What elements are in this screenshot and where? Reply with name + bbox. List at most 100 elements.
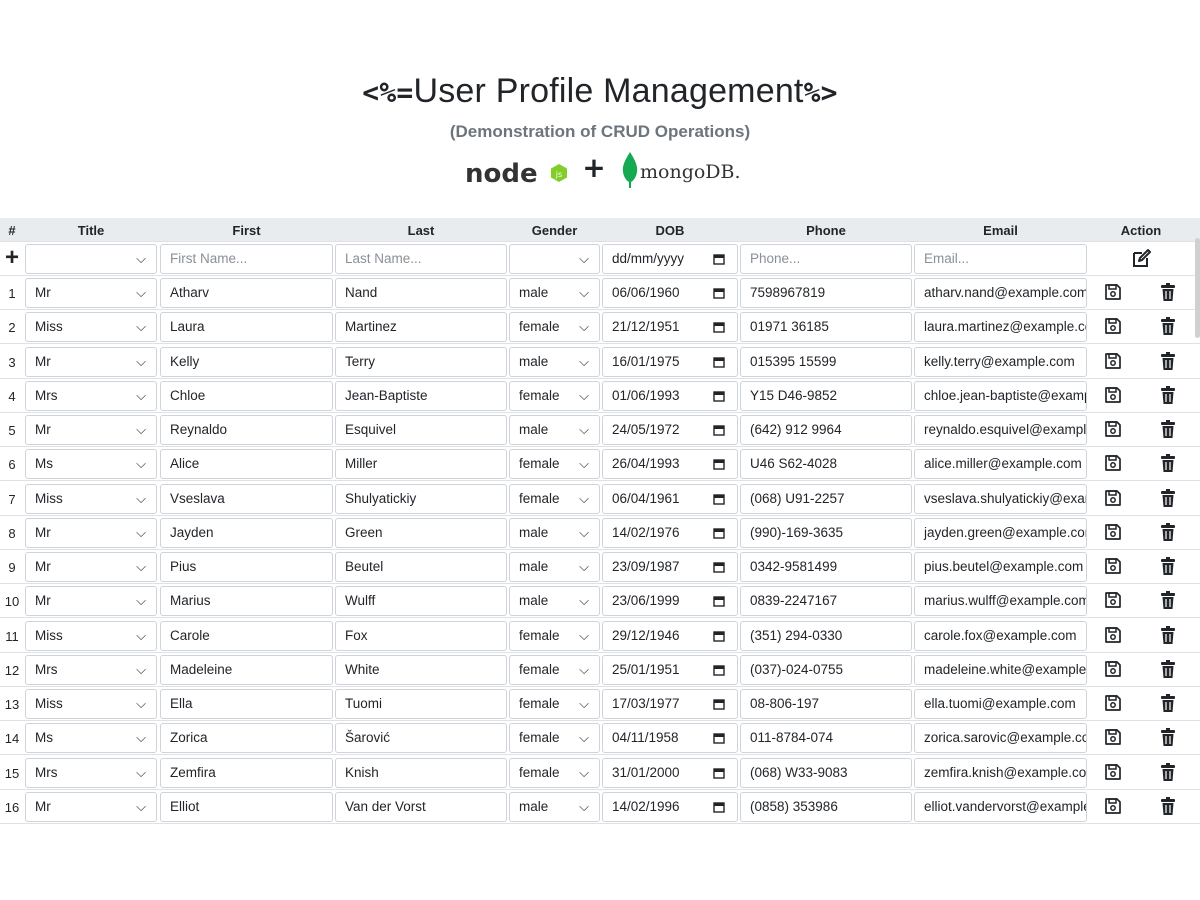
dob-input[interactable]: 14/02/1976 xyxy=(602,517,738,548)
first-name-input[interactable]: Alice xyxy=(160,449,333,480)
trash-icon[interactable] xyxy=(1158,796,1180,818)
last-name-input[interactable]: Green xyxy=(335,517,507,548)
trash-icon[interactable] xyxy=(1158,316,1180,338)
first-name-input[interactable]: Kelly xyxy=(160,346,333,377)
first-name-input[interactable]: Pius xyxy=(160,552,333,582)
dob-input[interactable]: 06/06/1960 xyxy=(602,278,738,308)
dob-input[interactable]: 14/02/1996 xyxy=(602,791,738,822)
last-name-input[interactable]: Knish xyxy=(335,757,507,788)
gender-select[interactable]: female ⌵ xyxy=(509,449,600,480)
last-name-input[interactable]: Miller xyxy=(335,449,507,480)
gender-select[interactable]: male ⌵ xyxy=(509,586,600,617)
trash-icon[interactable] xyxy=(1158,590,1180,612)
phone-input[interactable]: 0342-9581499 xyxy=(740,552,912,582)
title-select[interactable]: Mr ⌵ xyxy=(25,346,157,377)
phone-input[interactable]: 08-806-197 xyxy=(740,689,912,719)
trash-icon[interactable] xyxy=(1158,522,1180,544)
save-icon[interactable] xyxy=(1103,522,1125,544)
first-name-input[interactable]: Chloe xyxy=(160,380,333,411)
first-name-input[interactable]: Madeleine xyxy=(160,654,333,685)
title-select[interactable]: Mr ⌵ xyxy=(25,517,157,548)
title-select[interactable]: Mr ⌵ xyxy=(25,586,157,617)
gender-select[interactable]: male ⌵ xyxy=(509,791,600,822)
trash-icon[interactable] xyxy=(1158,762,1180,784)
phone-input[interactable]: 01971 36185 xyxy=(740,312,912,343)
last-name-input[interactable]: Nand xyxy=(335,278,507,308)
gender-select[interactable]: male ⌵ xyxy=(509,517,600,548)
last-name-input[interactable]: White xyxy=(335,654,507,685)
dob-input[interactable]: 16/01/1975 xyxy=(602,346,738,377)
dob-input[interactable]: 23/09/1987 xyxy=(602,552,738,582)
phone-input[interactable]: (642) 912 9964 xyxy=(740,415,912,445)
save-icon[interactable] xyxy=(1103,488,1125,510)
trash-icon[interactable] xyxy=(1158,488,1180,510)
first-name-input[interactable]: Reynaldo xyxy=(160,415,333,445)
gender-select[interactable]: female ⌵ xyxy=(509,689,600,719)
last-name-input[interactable]: Šarović xyxy=(335,723,507,754)
first-name-input[interactable]: Marius xyxy=(160,586,333,617)
save-icon[interactable] xyxy=(1103,556,1125,578)
email-input[interactable]: madeleine.white@example.com xyxy=(914,654,1087,685)
trash-icon[interactable] xyxy=(1158,282,1180,304)
gender-select[interactable]: male ⌵ xyxy=(509,552,600,582)
email-input[interactable]: zemfira.knish@example.com xyxy=(914,757,1087,788)
email-input[interactable]: alice.miller@example.com xyxy=(914,449,1087,480)
new-first-name-input[interactable]: First Name... xyxy=(160,244,333,274)
phone-input[interactable]: 011-8784-074 xyxy=(740,723,912,754)
dob-input[interactable]: 17/03/1977 xyxy=(602,689,738,719)
last-name-input[interactable]: Fox xyxy=(335,620,507,651)
first-name-input[interactable]: Zemfira xyxy=(160,757,333,788)
new-email-input[interactable]: Email... xyxy=(914,244,1087,274)
last-name-input[interactable]: Van der Vorst xyxy=(335,791,507,822)
phone-input[interactable]: (351) 294-0330 xyxy=(740,620,912,651)
phone-input[interactable]: (990)-169-3635 xyxy=(740,517,912,548)
dob-input[interactable]: 06/04/1961 xyxy=(602,483,738,514)
first-name-input[interactable]: Jayden xyxy=(160,517,333,548)
last-name-input[interactable]: Terry xyxy=(335,346,507,377)
dob-input[interactable]: 04/11/1958 xyxy=(602,723,738,754)
phone-input[interactable]: (068) W33-9083 xyxy=(740,757,912,788)
email-input[interactable]: pius.beutel@example.com xyxy=(914,552,1087,582)
phone-input[interactable]: 7598967819 xyxy=(740,278,912,308)
email-input[interactable]: elliot.vandervorst@example.com xyxy=(914,791,1087,822)
dob-input[interactable]: 23/06/1999 xyxy=(602,586,738,617)
save-icon[interactable] xyxy=(1103,419,1125,441)
dob-input[interactable]: 26/04/1993 xyxy=(602,449,738,480)
title-select[interactable]: Mrs ⌵ xyxy=(25,757,157,788)
dob-input[interactable]: 01/06/1993 xyxy=(602,380,738,411)
last-name-input[interactable]: Shulyatickiy xyxy=(335,483,507,514)
email-input[interactable]: carole.fox@example.com xyxy=(914,620,1087,651)
save-icon[interactable] xyxy=(1103,351,1125,373)
phone-input[interactable]: 0839-2247167 xyxy=(740,586,912,617)
email-input[interactable]: jayden.green@example.com xyxy=(914,517,1087,548)
save-icon[interactable] xyxy=(1103,796,1125,818)
title-select[interactable]: Ms ⌵ xyxy=(25,723,157,754)
save-icon[interactable] xyxy=(1103,590,1125,612)
gender-select[interactable]: female ⌵ xyxy=(509,483,600,514)
trash-icon[interactable] xyxy=(1158,693,1180,715)
new-gender-select[interactable]: ⌵ xyxy=(509,244,600,274)
phone-input[interactable]: (0858) 353986 xyxy=(740,791,912,822)
last-name-input[interactable]: Wulff xyxy=(335,586,507,617)
dob-input[interactable]: 21/12/1951 xyxy=(602,312,738,343)
title-select[interactable]: Mr ⌵ xyxy=(25,278,157,308)
title-select[interactable]: Mr ⌵ xyxy=(25,415,157,445)
gender-select[interactable]: female ⌵ xyxy=(509,380,600,411)
gender-select[interactable]: male ⌵ xyxy=(509,415,600,445)
phone-input[interactable]: Y15 D46-9852 xyxy=(740,380,912,411)
gender-select[interactable]: male ⌵ xyxy=(509,346,600,377)
last-name-input[interactable]: Jean-Baptiste xyxy=(335,380,507,411)
save-icon[interactable] xyxy=(1103,385,1125,407)
email-input[interactable]: marius.wulff@example.com xyxy=(914,586,1087,617)
email-input[interactable]: chloe.jean-baptiste@example.com xyxy=(914,380,1087,411)
title-select[interactable]: Miss ⌵ xyxy=(25,620,157,651)
save-icon[interactable] xyxy=(1103,659,1125,681)
first-name-input[interactable]: Atharv xyxy=(160,278,333,308)
new-title-select[interactable]: ⌵ xyxy=(25,244,157,274)
trash-icon[interactable] xyxy=(1158,556,1180,578)
title-select[interactable]: Mr ⌵ xyxy=(25,552,157,582)
first-name-input[interactable]: Carole xyxy=(160,620,333,651)
email-input[interactable]: atharv.nand@example.com xyxy=(914,278,1087,308)
add-row-plus-icon[interactable]: + xyxy=(0,242,24,276)
first-name-input[interactable]: Zorica xyxy=(160,723,333,754)
